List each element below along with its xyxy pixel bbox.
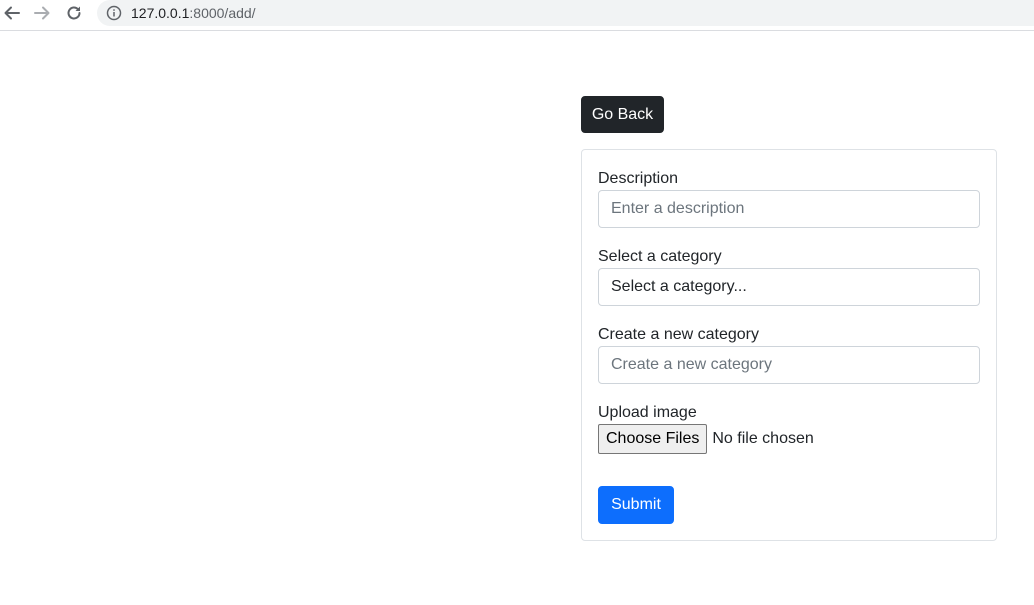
new-category-input[interactable] <box>598 346 980 384</box>
info-icon[interactable] <box>106 5 122 21</box>
back-arrow-icon[interactable] <box>1 3 23 23</box>
category-select[interactable]: Select a category... <box>598 268 980 306</box>
file-upload-control: Choose Files No file chosen <box>598 424 814 454</box>
address-bar[interactable]: 127.0.0.1:8000/add/ <box>97 0 1034 26</box>
reload-icon[interactable] <box>63 3 85 23</box>
upload-image-label: Upload image <box>598 404 697 421</box>
file-status-text: No file chosen <box>712 430 814 447</box>
category-selected-value: Select a category... <box>611 278 747 295</box>
url-text[interactable]: 127.0.0.1:8000/add/ <box>131 5 256 21</box>
category-label: Select a category <box>598 248 722 265</box>
description-input[interactable] <box>598 190 980 228</box>
submit-button[interactable]: Submit <box>598 486 674 524</box>
url-host: 127.0.0.1 <box>131 5 190 21</box>
go-back-button[interactable]: Go Back <box>581 96 664 133</box>
choose-files-button[interactable]: Choose Files <box>598 424 708 454</box>
new-category-label: Create a new category <box>598 326 759 343</box>
url-path: :8000/add/ <box>189 5 256 21</box>
description-label: Description <box>598 170 679 187</box>
browser-toolbar: 127.0.0.1:8000/add/ <box>0 0 1034 31</box>
forward-arrow-icon[interactable] <box>31 3 53 23</box>
